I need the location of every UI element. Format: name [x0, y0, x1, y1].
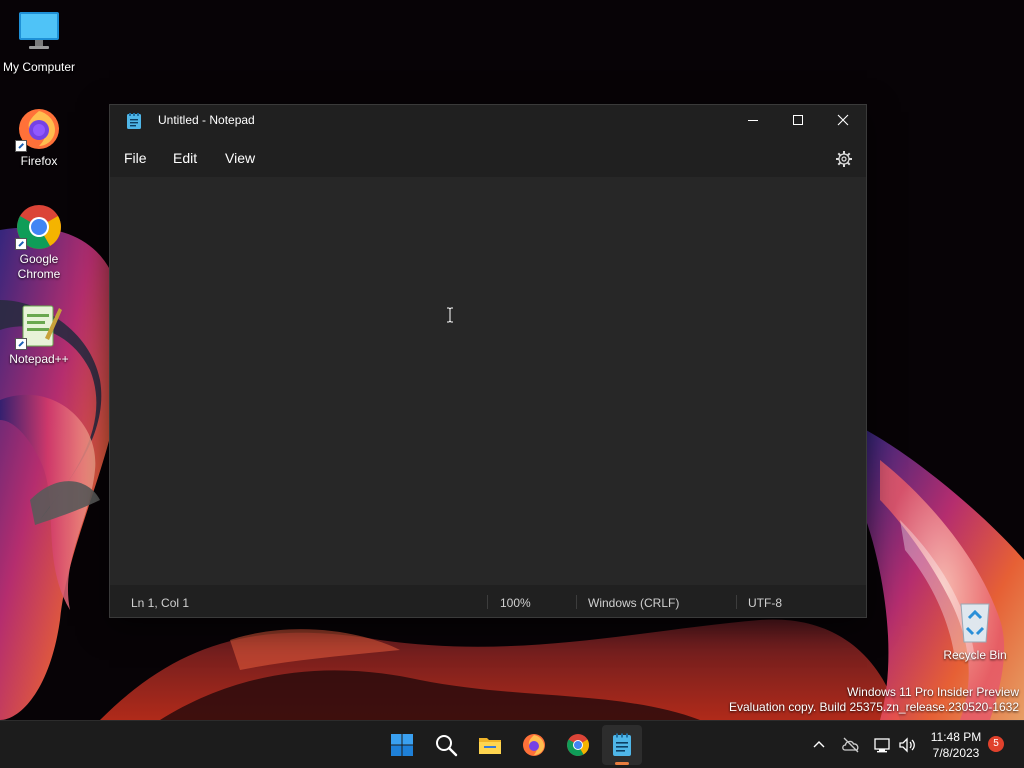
notepad-plus-plus-icon	[15, 302, 63, 350]
close-icon	[837, 114, 849, 126]
monitor-icon	[15, 10, 63, 58]
speaker-icon	[899, 737, 915, 753]
network-button[interactable]	[872, 735, 892, 755]
desktop-icon-firefox[interactable]: Firefox	[1, 104, 77, 169]
menu-file[interactable]: File	[118, 147, 153, 169]
cloud-offline-icon	[842, 737, 859, 753]
firefox-icon	[15, 104, 63, 152]
status-bar: Ln 1, Col 1 100% Windows (CRLF) UTF-8	[110, 585, 866, 617]
status-divider	[487, 595, 488, 609]
onedrive-status-button[interactable]	[841, 735, 861, 755]
start-button[interactable]	[382, 725, 422, 765]
clock-date: 7/8/2023	[932, 746, 980, 760]
notepad-window[interactable]: Untitled - Notepad File Edit View Ln 1, …	[109, 104, 867, 618]
file-explorer-icon	[479, 738, 501, 754]
status-divider	[736, 595, 737, 609]
firefox-icon	[523, 734, 545, 756]
desktop-icon-label: Firefox	[20, 154, 58, 168]
title-bar[interactable]: Untitled - Notepad	[110, 105, 866, 137]
watermark-line-2: Evaluation copy. Build 25375.zn_release.…	[729, 700, 1019, 714]
menu-view[interactable]: View	[219, 147, 261, 169]
shortcut-arrow-icon	[15, 238, 27, 250]
maximize-button[interactable]	[775, 105, 821, 135]
text-editor[interactable]	[110, 177, 866, 585]
minimize-button[interactable]	[730, 105, 776, 135]
window-title: Untitled - Notepad	[158, 113, 255, 127]
desktop-icon-my-computer[interactable]: My Computer	[1, 10, 77, 75]
chrome-icon	[15, 202, 63, 250]
notepad-icon	[127, 113, 141, 129]
menu-edit[interactable]: Edit	[167, 147, 203, 169]
volume-button[interactable]	[897, 735, 917, 755]
desktop-icon-notepad-plus-plus[interactable]: Notepad++	[1, 302, 77, 367]
chrome-taskbar-button[interactable]	[558, 725, 598, 765]
desktop-icon-label: Google Chrome	[17, 252, 61, 281]
desktop-icon-google-chrome[interactable]: Google Chrome	[1, 202, 77, 282]
cursor-position: Ln 1, Col 1	[131, 596, 190, 610]
settings-button[interactable]	[832, 147, 856, 171]
search-button[interactable]	[426, 725, 466, 765]
clock-time: 11:48 PM	[930, 730, 982, 744]
text-cursor-icon	[446, 307, 454, 328]
shortcut-arrow-icon	[15, 338, 27, 350]
show-hidden-icons-button[interactable]	[809, 735, 829, 755]
network-icon	[874, 738, 890, 753]
active-app-indicator	[615, 762, 629, 765]
taskbar: 11:48 PM 7/8/2023	[0, 720, 1024, 768]
line-ending: Windows (CRLF)	[588, 596, 680, 610]
notepad-icon	[613, 733, 631, 756]
chrome-icon	[567, 734, 589, 756]
clock-button[interactable]: 11:48 PM 7/8/2023	[925, 729, 987, 761]
status-divider	[576, 595, 577, 609]
chevron-up-icon	[813, 741, 825, 748]
search-icon	[436, 735, 458, 757]
desktop-icon-label: My Computer	[2, 60, 76, 74]
firefox-taskbar-button[interactable]	[514, 725, 554, 765]
menu-bar: File Edit View	[110, 141, 866, 175]
file-explorer-button[interactable]	[470, 725, 510, 765]
desktop-icon-label: Notepad++	[9, 352, 69, 366]
minimize-icon	[748, 120, 758, 121]
recycle-bin-icon	[951, 598, 999, 646]
watermark-line-1: Windows 11 Pro Insider Preview	[847, 685, 1019, 699]
desktop-icon-recycle-bin[interactable]: Recycle Bin	[937, 598, 1013, 663]
notification-badge[interactable]: 5	[988, 736, 1004, 752]
notepad-taskbar-button[interactable]	[602, 725, 642, 765]
close-button[interactable]	[820, 105, 866, 135]
shortcut-arrow-icon	[15, 140, 27, 152]
evaluation-watermark: Windows 11 Pro Insider Preview Evaluatio…	[729, 685, 1019, 715]
desktop-icon-label: Recycle Bin	[943, 648, 1007, 662]
encoding: UTF-8	[748, 596, 782, 610]
gear-icon	[836, 151, 852, 167]
zoom-level: 100%	[500, 596, 531, 610]
maximize-icon	[793, 115, 803, 125]
start-icon	[391, 734, 413, 756]
